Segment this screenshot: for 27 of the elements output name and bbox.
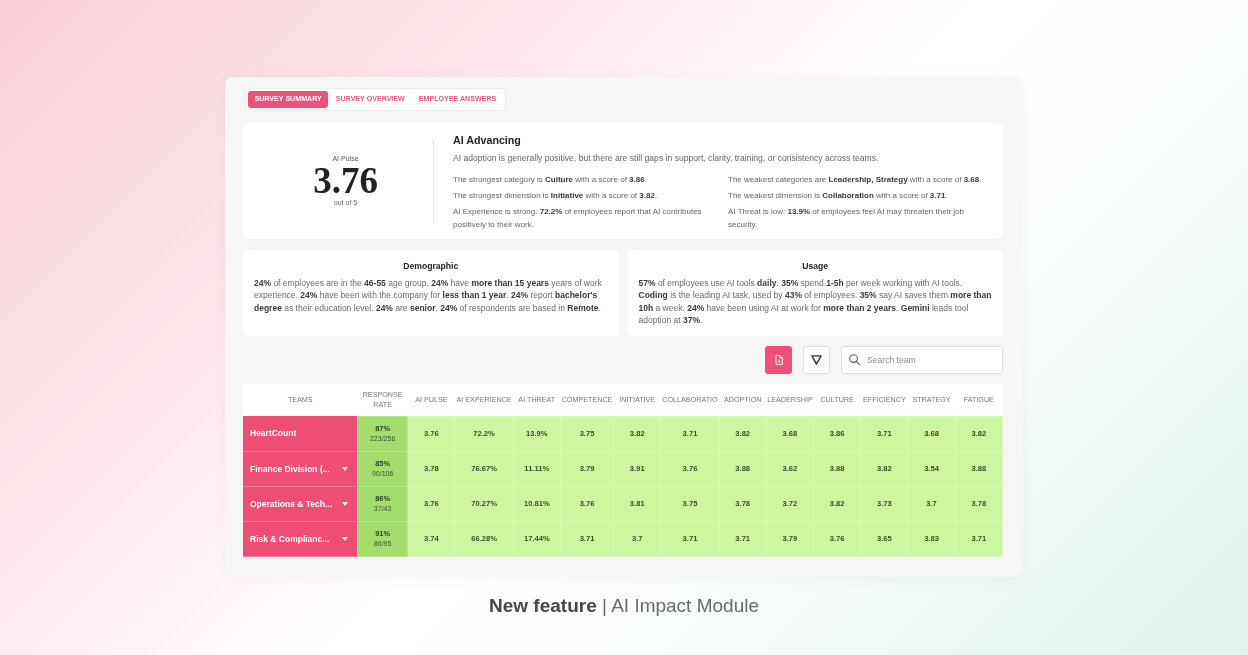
- caret-down-icon[interactable]: [342, 466, 348, 471]
- pulse-score: 3.76: [313, 163, 378, 198]
- filter-button[interactable]: [803, 345, 830, 374]
- team-name: Finance Division (...: [250, 463, 330, 474]
- summary-title: AI Advancing: [453, 132, 522, 147]
- team-name: Operations & Tech...: [250, 498, 333, 509]
- caret-down-icon[interactable]: [342, 501, 348, 506]
- export-button[interactable]: [765, 345, 792, 374]
- caret-down-icon[interactable]: [342, 536, 348, 541]
- insight-text: AI Experience is strong: 72.2% of employees report that AI contributes positively to their work.: [453, 205, 703, 231]
- filter-icon: [811, 354, 822, 365]
- caption-text: New feature | AI Impact Module: [489, 593, 759, 618]
- document-icon: [774, 354, 783, 365]
- team-name: Risk & Complianc...: [250, 533, 330, 544]
- insight-text: The weakest dimension is Collaboration with a score of 3.71.: [728, 189, 949, 202]
- card-title: Usage: [802, 259, 829, 272]
- search-icon: [849, 354, 860, 365]
- team-name: HeartCount: [250, 428, 297, 439]
- search-field[interactable]: Search team: [841, 345, 1003, 374]
- insight-text: The strongest category is Culture with a score of 3.86.: [453, 173, 648, 186]
- insight-text: The strongest dimension is Initiative with a score of 3.82.: [453, 189, 659, 202]
- card-title: Demographic: [403, 259, 459, 272]
- card-text: 57% of employees use AI tools daily. 35% spend 1-5h per week working with AI tools. Coding is the leading AI task, used by 43% of employees. 35% say AI saves them more than 10h a week. 24% have been using AI at work for more than 2 years. Gemini leads tool adoption at 37%.: [638, 276, 992, 327]
- summary-description: AI adoption is generally positive, but there are still gaps in support, clarity, training, or consistency across teams.: [453, 151, 880, 164]
- card-text: 24% of employees are in the 46-55 age group. 24% have more than 15 years years of work experience. 24% have been with the company for less than 1 year. 24% report bachelor's degree as their education level. 24% are senior. 24% of respondents are based in Remote.: [254, 276, 603, 314]
- insight-text: AI Threat is low: 13.9% of employees feel AI may threaten their job security.: [728, 205, 965, 231]
- insight-text: The weakest categories are Leadership, Strategy with a score of 3.68.: [728, 173, 983, 186]
